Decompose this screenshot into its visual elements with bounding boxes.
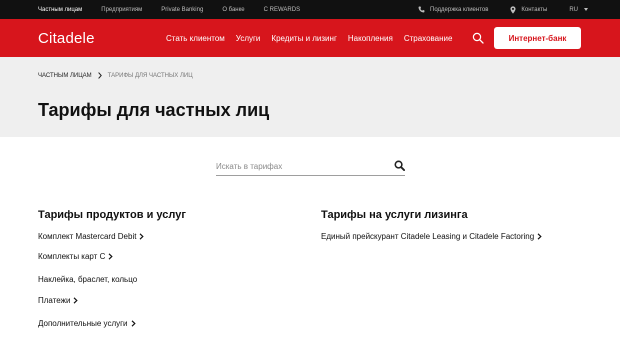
link-label: Платежи [38,296,71,305]
chevron-right-icon [97,72,102,79]
leasing-tariffs-title: Тарифы на услуги лизинга [321,209,468,221]
top-bar: Частным лицам Предприятиям Private Banki… [0,0,620,19]
link-mastercard-debit[interactable]: Комплект Mastercard Debit [38,232,145,241]
link-label: Комплект Mastercard Debit [38,232,137,241]
search-icon[interactable] [472,32,484,44]
contacts-label: Контакты [521,6,548,13]
link-card-bundles-c[interactable]: Комплекты карт C [38,252,114,261]
language-select[interactable]: RU [569,7,588,13]
tariff-search-input[interactable] [216,159,386,173]
chevron-right-icon [131,320,136,327]
link-label: Единый прейскурант Citadele Leasing и Ci… [321,232,535,241]
segment-private-banking[interactable]: Private Banking [161,7,203,13]
tariff-search [216,157,405,176]
chevron-right-icon [74,297,79,304]
link-sticker-bracelet-ring[interactable]: Наклейка, браслет, кольцо [38,275,137,284]
segment-private[interactable]: Частным лицам [38,7,82,13]
top-bar-right: Поддержка клиентов Контакты RU [396,0,588,19]
chevron-right-icon [537,233,542,240]
link-additional-services[interactable]: Дополнительные услуги [38,319,136,328]
caret-down-icon [584,8,588,11]
main-nav: Citadele Стать клиентом Услуги Кредиты и… [0,19,620,57]
page-header: ЧАСТНЫМ ЛИЦАМ ТАРИФЫ ДЛЯ ЧАСТНЫХ ЛИЦ Тар… [0,57,620,137]
language-value: RU [569,6,578,13]
menu-become-client[interactable]: Стать клиентом [166,34,225,43]
menu-services[interactable]: Услуги [236,34,261,43]
link-label: Комплекты карт C [38,252,106,261]
main-menu: Стать клиентом Услуги Кредиты и лизинг Н… [166,19,463,57]
menu-insurance[interactable]: Страхование [404,34,453,43]
search-icon[interactable] [394,160,405,171]
breadcrumb: ЧАСТНЫМ ЛИЦАМ ТАРИФЫ ДЛЯ ЧАСТНЫХ ЛИЦ [38,72,193,79]
link-label: Наклейка, браслет, кольцо [38,275,138,284]
link-payments[interactable]: Платежи [38,296,79,305]
support-label: Поддержка клиентов [430,6,489,13]
link-label: Дополнительные услуги [38,319,128,328]
products-tariffs-title: Тарифы продуктов и услуг [38,209,186,221]
phone-icon [418,6,425,13]
segment-about[interactable]: О банке [222,7,244,13]
link-leasing-price-list[interactable]: Единый прейскурант Citadele Leasing и Ci… [321,232,542,241]
chevron-right-icon [140,233,145,240]
segment-c-rewards[interactable]: C REWARDS [264,7,300,13]
chevron-right-icon [108,253,114,260]
logo[interactable]: Citadele [38,19,95,57]
contacts-link[interactable]: Контакты [510,5,548,14]
breadcrumb-private[interactable]: ЧАСТНЫМ ЛИЦАМ [38,73,92,79]
internet-bank-button[interactable]: Интернет-банк [494,27,581,49]
page-title: Тарифы для частных лиц [38,100,270,120]
segment-nav: Частным лицам Предприятиям Private Banki… [38,0,319,19]
breadcrumb-current: ТАРИФЫ ДЛЯ ЧАСТНЫХ ЛИЦ [107,72,193,79]
menu-loans-leasing[interactable]: Кредиты и лизинг [271,34,336,43]
location-pin-icon [510,5,516,14]
menu-savings[interactable]: Накопления [348,34,393,43]
support-link[interactable]: Поддержка клиентов [418,6,488,13]
segment-business[interactable]: Предприятиям [101,7,142,13]
